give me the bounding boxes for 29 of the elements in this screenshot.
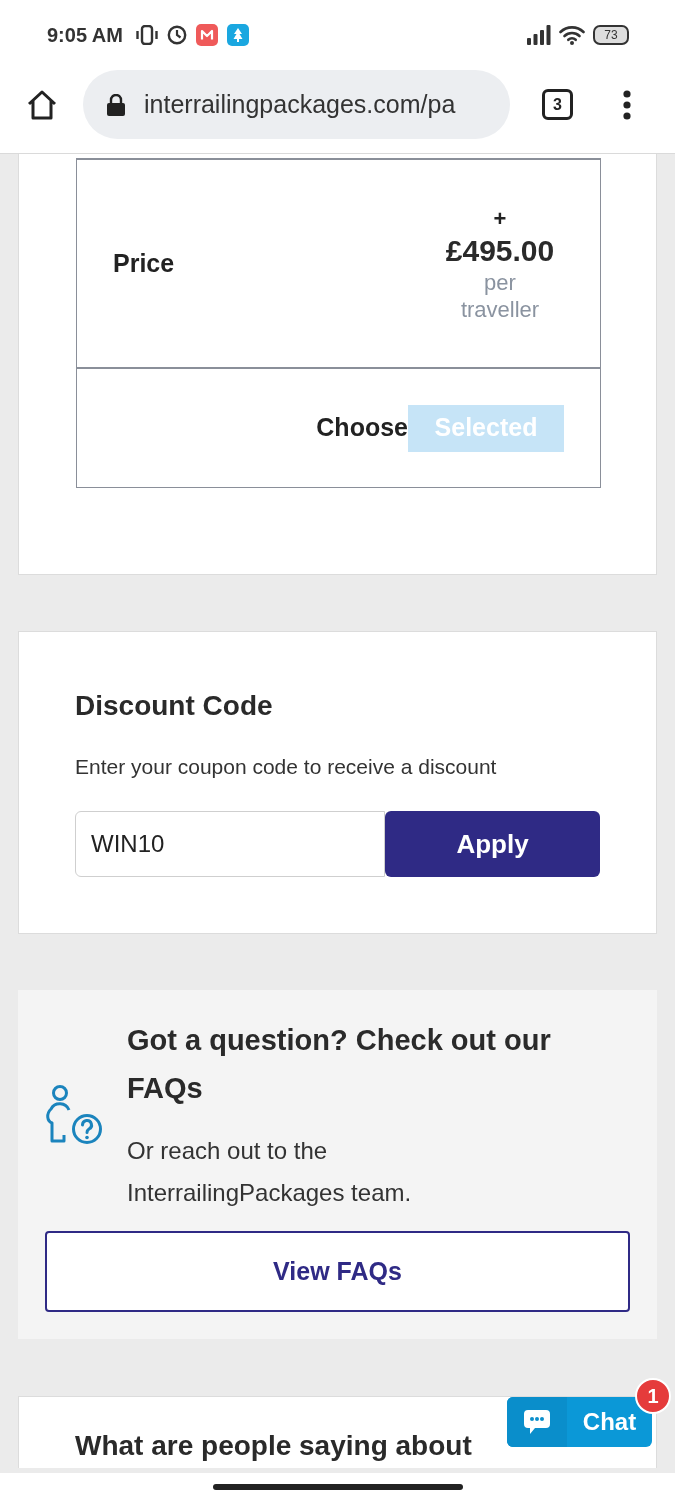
address-bar[interactable]: interrailingpackages.com/pa <box>83 70 510 139</box>
signal-icon <box>527 25 551 45</box>
view-faqs-button[interactable]: View FAQs <box>45 1231 630 1312</box>
faq-title: Got a question? Check out our FAQs <box>127 1023 552 1106</box>
app-notification-icon <box>226 24 249 46</box>
reviews-title: What are people saying about <box>75 1429 473 1463</box>
price-unit: per traveller <box>459 268 541 323</box>
home-icon[interactable] <box>26 89 58 120</box>
plus-sign: + <box>493 204 507 233</box>
chat-bubble-icon <box>523 1408 551 1436</box>
discount-title: Discount Code <box>75 689 274 723</box>
apply-button[interactable]: Apply <box>385 811 600 877</box>
lock-icon <box>107 93 125 116</box>
price-label: Price <box>112 247 175 279</box>
person-question-icon <box>45 1085 103 1145</box>
choose-label: Choose <box>316 412 408 444</box>
wifi-icon <box>559 25 585 45</box>
alarm-clock-icon <box>166 25 187 45</box>
vibrate-icon <box>135 25 158 45</box>
notification-badge: 1 <box>635 1378 671 1414</box>
faq-text: Or reach out to the InterrailingPackages team. <box>127 1136 413 1208</box>
battery-level: 73 <box>604 29 618 41</box>
app-notification-icon <box>195 24 218 46</box>
discount-description: Enter your coupon code to receive a discount <box>75 754 498 780</box>
coupon-code-field[interactable]: WIN10 <box>75 811 385 877</box>
tab-switcher-button[interactable]: 3 <box>542 89 573 120</box>
menu-icon[interactable] <box>623 89 631 120</box>
status-time: 9:05 AM <box>47 23 123 48</box>
price-amount: £495.00 <box>445 232 555 269</box>
